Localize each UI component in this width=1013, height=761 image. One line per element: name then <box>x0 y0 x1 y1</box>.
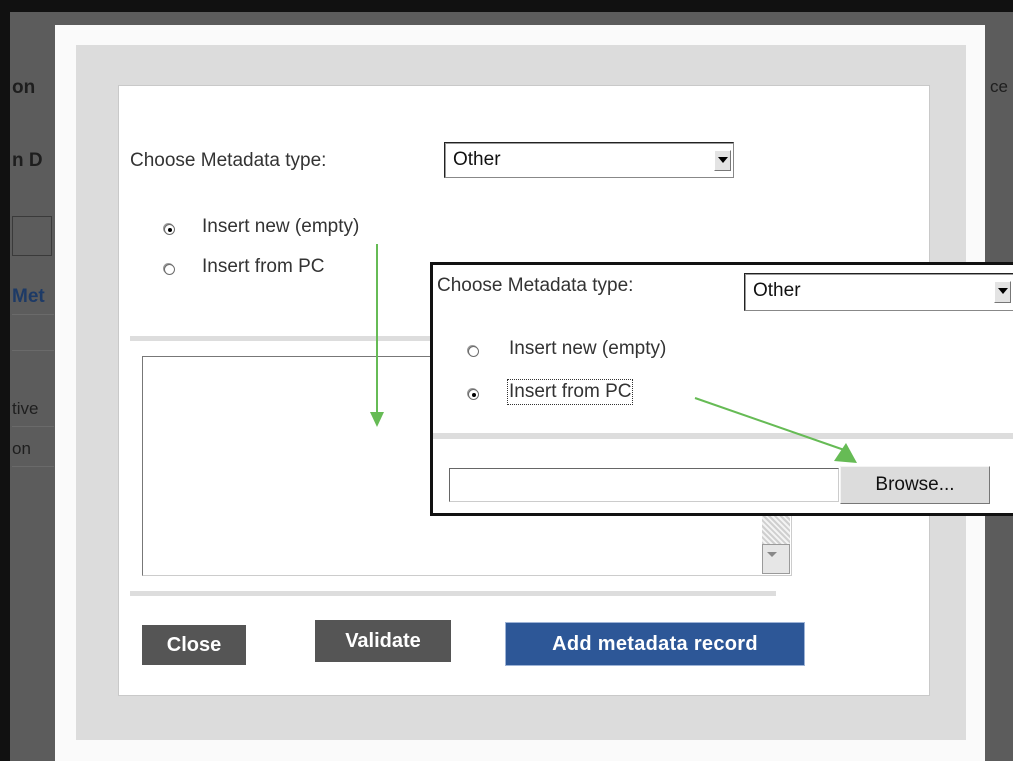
annotation-arrows <box>370 244 857 463</box>
arrow-icon <box>370 244 384 427</box>
arrow-icon <box>694 397 857 463</box>
